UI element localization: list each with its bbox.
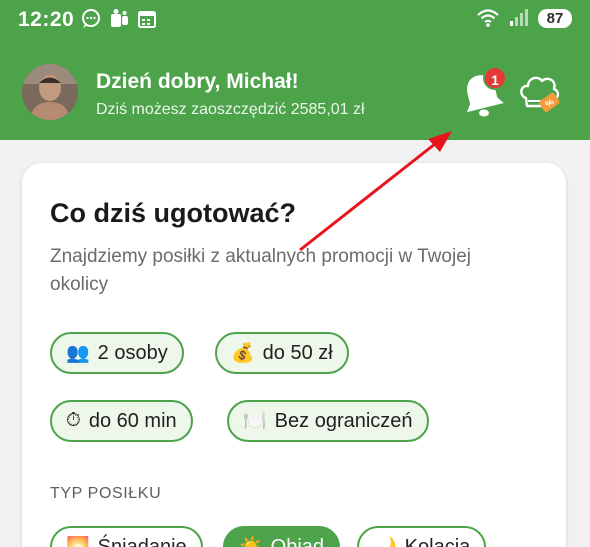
meal-chip-lunch[interactable]: ☀️ Obiad [223,526,341,547]
battery-level: 87 [538,8,572,28]
status-time: 12:20 [18,8,75,31]
filter-chip-people[interactable]: 👥 2 osoby [50,332,184,374]
chip-label: Kolacja [404,535,471,547]
meal-chip-breakfast[interactable]: 🌅 Śniadanie [50,526,203,547]
people-icon: 👥 [66,343,90,364]
wifi-icon [477,9,499,27]
money-bag-icon: 💰 [231,343,255,364]
chat-icon [82,9,100,28]
card-title: Co dziś ugotować? [50,198,296,228]
signal-icon [510,9,528,26]
status-bar: 12:20 87 [0,0,590,40]
filter-chip-time[interactable]: ⏱ do 60 min [50,400,193,442]
card-description: Znajdziemy posiłki z aktualnych promocji… [50,246,471,295]
notification-badge: 1 [483,66,507,90]
meal-chip-dinner[interactable]: 🌙 Kolacja [357,526,487,547]
calendar-icon [138,11,156,28]
teams-icon [111,9,128,27]
stopwatch-icon: ⏱ [66,410,81,431]
sunrise-icon: 🌅 [66,535,90,547]
savings-subtitle: Dziś możesz zaoszczędzić 2585,01 zł [96,101,365,118]
plate-icon: 🍽️ [243,411,267,432]
chip-label: Bez ograniczeń [274,409,413,432]
moon-icon: 🌙 [373,535,397,547]
greeting: Dzień dobry, Michał! [96,70,299,93]
chip-label: Śniadanie [97,535,187,547]
filter-chip-budget[interactable]: 💰 do 50 zł [215,332,349,374]
chip-label: 2 osoby [97,341,168,364]
chip-label: do 50 zł [262,341,333,364]
chef-hat-discount-icon[interactable]: % [516,72,562,118]
filter-chip-diet[interactable]: 🍽️ Bez ograniczeń [227,400,429,442]
sun-icon: ☀️ [239,535,263,547]
avatar[interactable] [22,64,78,120]
chip-label: do 60 min [88,409,177,432]
meal-type-heading: TYP POSIŁKU [50,485,162,502]
chip-label: Obiad [270,535,325,547]
